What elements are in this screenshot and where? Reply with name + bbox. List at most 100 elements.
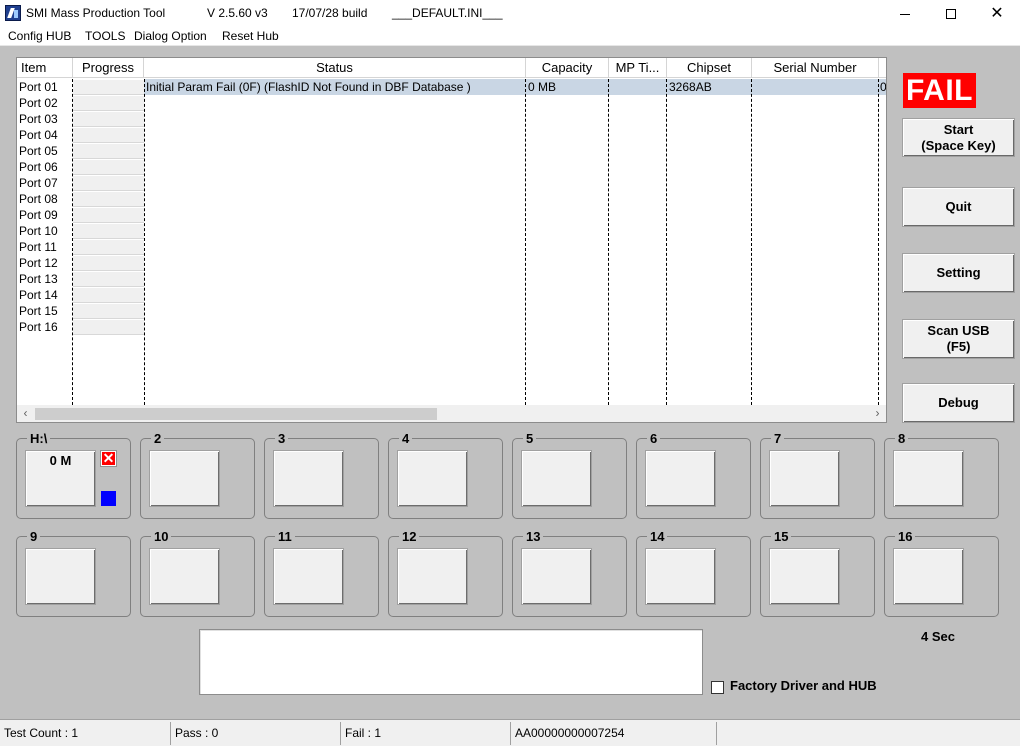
list-body: Port 01 Initial Param Fail (0F) (FlashID … [17, 79, 887, 405]
port-group: 14 [636, 529, 751, 617]
progress-cell [73, 96, 144, 111]
maximize-button[interactable] [928, 0, 974, 28]
horizontal-scrollbar[interactable]: ‹ › [17, 405, 886, 422]
start-button[interactable]: Start (Space Key) [902, 118, 1015, 157]
port-group-label: 9 [27, 529, 41, 544]
port-label: Port 10 [19, 224, 58, 238]
port-button[interactable] [893, 548, 964, 605]
port-group-label: 3 [275, 431, 289, 446]
menu-config-hub[interactable]: Config HUB [8, 29, 71, 43]
progress-cell [73, 192, 144, 207]
port-group: 3 [264, 431, 379, 519]
port-label: Port 03 [19, 112, 58, 126]
port-button[interactable]: 0 M [25, 450, 96, 507]
minimize-button[interactable] [882, 0, 928, 28]
port-label: Port 05 [19, 144, 58, 158]
close-button[interactable]: ✕ [974, 0, 1020, 28]
table-row[interactable]: Port 15 [17, 303, 886, 319]
table-row[interactable]: Port 01 Initial Param Fail (0F) (FlashID … [17, 79, 887, 95]
scan-usb-button[interactable]: Scan USB (F5) [902, 319, 1015, 359]
port-button[interactable] [25, 548, 96, 605]
start-button-shortcut: (Space Key) [921, 137, 996, 153]
port-label: Port 12 [19, 256, 58, 270]
port-button[interactable] [769, 548, 840, 605]
port-button[interactable] [273, 450, 344, 507]
port-button[interactable] [149, 548, 220, 605]
port-button[interactable] [397, 450, 468, 507]
port-label: Port 15 [19, 304, 58, 318]
port-group: 6 [636, 431, 751, 519]
menu-reset-hub[interactable]: Reset Hub [222, 29, 279, 43]
column-serial-number[interactable]: Serial Number [752, 58, 879, 78]
quit-button-label: Quit [945, 199, 972, 214]
column-status[interactable]: Status [144, 58, 526, 78]
menu-tools[interactable]: TOOLS [85, 29, 125, 43]
menu-dialog-option[interactable]: Dialog Option [134, 29, 207, 43]
progress-cell [73, 288, 144, 303]
port-button[interactable] [893, 450, 964, 507]
progress-cell [73, 144, 144, 159]
maximize-icon [946, 9, 956, 19]
progress-cell [73, 272, 144, 287]
table-row[interactable]: Port 06 [17, 159, 886, 175]
port-group: 7 [760, 431, 875, 519]
port-group-label: 15 [771, 529, 792, 544]
scroll-right-arrow-icon[interactable]: › [869, 405, 886, 422]
scrollbar-thumb[interactable] [35, 408, 437, 420]
ini-file-label: ___DEFAULT.INI___ [392, 6, 503, 20]
build-label: 17/07/28 build [292, 6, 368, 20]
port-group: 15 [760, 529, 875, 617]
list-header: Item Progress Status Capacity MP Ti... C… [17, 58, 886, 78]
scroll-left-arrow-icon[interactable]: ‹ [17, 405, 34, 422]
port-group: 5 [512, 431, 627, 519]
table-row[interactable]: Port 14 [17, 287, 886, 303]
port-button[interactable] [521, 548, 592, 605]
column-divider [608, 79, 609, 405]
log-textbox[interactable] [199, 629, 703, 695]
column-divider [751, 79, 752, 405]
start-button-label: Start [943, 121, 974, 137]
port-button[interactable] [769, 450, 840, 507]
table-row[interactable]: Port 08 [17, 191, 886, 207]
column-extra[interactable] [879, 58, 886, 78]
table-row[interactable]: Port 02 [17, 95, 886, 111]
port-button[interactable] [645, 450, 716, 507]
factory-driver-checkbox[interactable] [711, 681, 724, 694]
table-row[interactable]: Port 03 [17, 111, 886, 127]
extra-cell: 0 [880, 80, 887, 94]
column-divider [666, 79, 667, 405]
port-list-view[interactable]: Item Progress Status Capacity MP Ti... C… [16, 57, 887, 423]
column-mp-time[interactable]: MP Ti... [609, 58, 667, 78]
table-row[interactable]: Port 07 [17, 175, 886, 191]
table-row[interactable]: Port 13 [17, 271, 886, 287]
port-button[interactable] [273, 548, 344, 605]
port-button[interactable] [645, 548, 716, 605]
port-group: 8 [884, 431, 999, 519]
debug-button[interactable]: Debug [902, 383, 1015, 423]
table-row[interactable]: Port 11 [17, 239, 886, 255]
column-capacity[interactable]: Capacity [526, 58, 609, 78]
port-group-label: 4 [399, 431, 413, 446]
port-label: Port 07 [19, 176, 58, 190]
serial-panel: AA00000000007254 [511, 722, 717, 745]
port-button[interactable] [149, 450, 220, 507]
table-row[interactable]: Port 05 [17, 143, 886, 159]
scan-usb-button-label: Scan USB [927, 323, 990, 338]
table-row[interactable]: Port 16 [17, 319, 886, 335]
port-group-label: H:\ [27, 431, 51, 446]
table-row[interactable]: Port 04 [17, 127, 886, 143]
port-group-label: 16 [895, 529, 916, 544]
status-bar: Test Count : 1 Pass : 0 Fail : 1 AA00000… [0, 719, 1020, 746]
setting-button[interactable]: Setting [902, 253, 1015, 293]
table-row[interactable]: Port 12 [17, 255, 886, 271]
column-item[interactable]: Item [17, 58, 73, 78]
quit-button[interactable]: Quit [902, 187, 1015, 227]
port-button[interactable] [397, 548, 468, 605]
table-row[interactable]: Port 09 [17, 207, 886, 223]
port-label: Port 16 [19, 320, 58, 334]
debug-button-label: Debug [938, 395, 979, 410]
column-progress[interactable]: Progress [73, 58, 144, 78]
port-button[interactable] [521, 450, 592, 507]
column-chipset[interactable]: Chipset [667, 58, 752, 78]
table-row[interactable]: Port 10 [17, 223, 886, 239]
